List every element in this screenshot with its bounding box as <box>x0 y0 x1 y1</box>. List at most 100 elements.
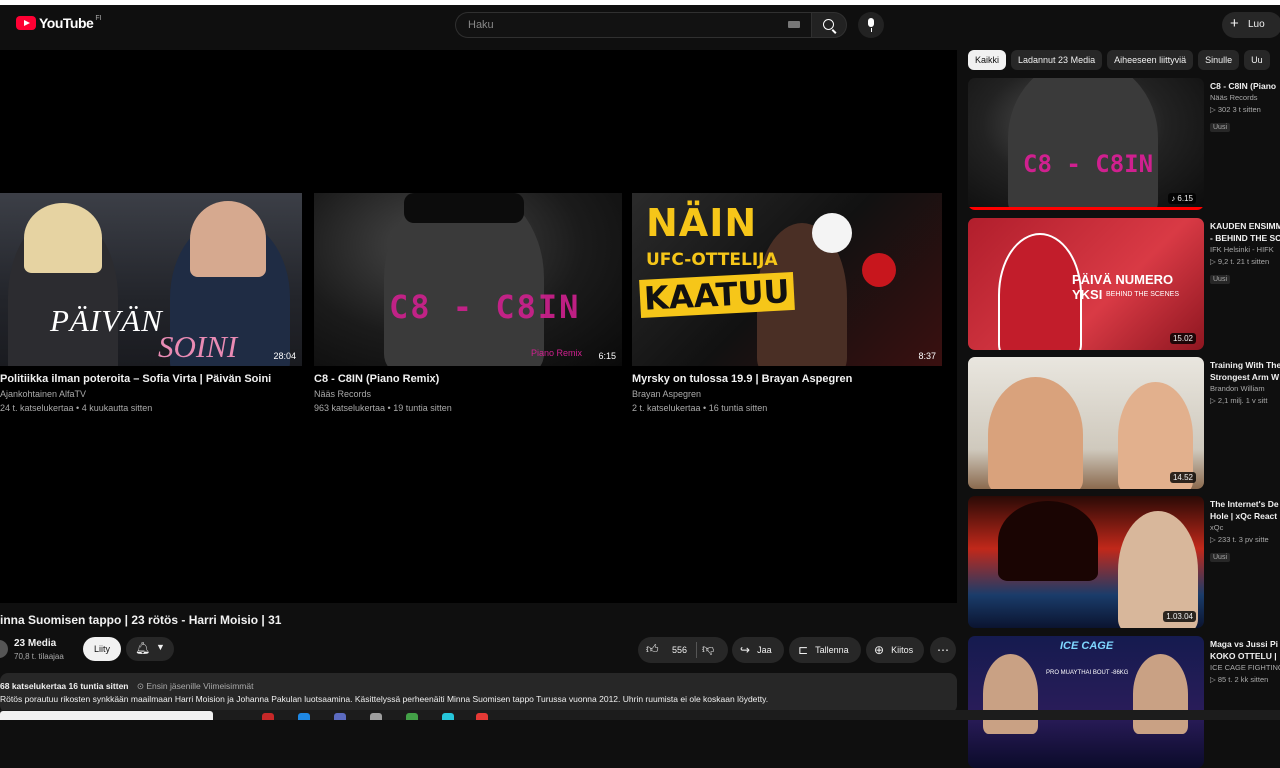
thanks-button[interactable]: ⊕ Kiitos <box>866 637 924 663</box>
hockey-player-figure <box>998 233 1082 350</box>
recommended-thumbnail[interactable]: C8 - C8IN ♪ 6.15 <box>968 78 1204 210</box>
taskbar-app-icon[interactable] <box>406 713 418 720</box>
person-figure <box>988 377 1083 489</box>
recommended-info: The Internet's De Hole | xQc React xQc ▷… <box>1210 498 1280 564</box>
os-taskbar <box>0 710 1280 720</box>
keyboard-icon[interactable] <box>788 21 800 28</box>
join-button[interactable]: Liity <box>83 637 121 661</box>
thanks-label: Kiitos <box>891 645 914 655</box>
recommended-meta: ▷ 2,1 milj. 1 v sitt <box>1210 396 1268 405</box>
save-button[interactable]: ⊏ Tallenna <box>789 637 861 663</box>
channel-avatar[interactable] <box>0 640 8 658</box>
recommended-title-line-2[interactable]: - BEHIND THE SC <box>1210 232 1280 244</box>
mic-icon <box>868 18 874 27</box>
recommended-title-line-2[interactable]: Strongest Arm W <box>1210 371 1280 383</box>
end-screen-title[interactable]: C8 - C8IN (Piano Remix) <box>314 373 622 385</box>
thumbnail-text: PRO MUAYTHAI BOUT -86KG <box>1046 670 1129 676</box>
recommended-title-line-2[interactable]: Hole | xQc React <box>1210 510 1280 522</box>
end-screen-thumbnail[interactable]: PÄIVÄN SOINI 28:04 <box>0 193 302 366</box>
thumbnail-text: Piano Remix <box>530 348 582 358</box>
chip-uploaded-by[interactable]: Ladannut 23 Media <box>1011 50 1103 70</box>
share-icon: ↪ <box>740 643 751 657</box>
chip-all[interactable]: Kaikki <box>968 50 1007 70</box>
more-icon: ⋯ <box>937 643 949 657</box>
recommended-channel: ICE CAGE FIGHTING <box>1210 663 1280 672</box>
notifications-button[interactable]: 🔔︎ ▼ <box>126 637 174 661</box>
description-tags[interactable]: ⊙ Ensin jäsenille Viimeisimmät <box>137 681 254 691</box>
duration: 1.03.04 <box>1163 611 1196 622</box>
chip-for-you[interactable]: Sinulle <box>1198 50 1240 70</box>
views-and-time: 68 katselukertaa 16 tuntia sitten <box>0 681 129 691</box>
chevron-down-icon: ▼ <box>156 642 165 652</box>
chip-new[interactable]: Uu <box>1244 50 1270 70</box>
chip-related[interactable]: Aiheeseen liittyviä <box>1107 50 1194 70</box>
taskbar-app-icon[interactable] <box>262 713 274 720</box>
recommended-meta: ▷ 85 t. 2 kk sitten <box>1210 675 1269 684</box>
taskbar-search[interactable] <box>0 711 213 720</box>
recommended-title[interactable]: Maga vs Jussi Pi <box>1210 638 1280 650</box>
channel-name[interactable]: 23 Media <box>14 638 56 649</box>
youtube-logo[interactable]: YouTube FI <box>16 15 102 31</box>
recommended-thumbnail[interactable]: 14.52 <box>968 357 1204 489</box>
like-count[interactable]: 556 <box>672 645 687 655</box>
video-title: inna Suomisen tappo | 23 rötös - Harri M… <box>0 613 282 627</box>
end-screen-title[interactable]: Politiikka ilman poteroita – Sofia Virta… <box>0 373 302 385</box>
end-screen-meta: 2 t. katselukertaa • 16 tuntia sitten <box>632 403 768 413</box>
masthead: YouTube FI + Luo <box>0 5 1280 45</box>
face-figure <box>998 501 1098 581</box>
more-actions-button[interactable]: ⋯ <box>930 637 956 663</box>
create-button[interactable]: + Luo <box>1222 12 1280 38</box>
like-dislike-group: 👍︎ 556 👎︎ <box>638 637 728 663</box>
taskbar-app-icon[interactable] <box>298 713 310 720</box>
end-screen-video[interactable]: C8 - C8IN Piano Remix 6:15 C8 - C8IN (Pi… <box>314 193 622 413</box>
duration: 28:04 <box>273 351 296 361</box>
thumbnail-text: PÄIVÄN <box>50 303 163 338</box>
recommended-title[interactable]: KAUDEN ENSIMM <box>1210 220 1280 232</box>
recommended-info: C8 - C8IN (Piano Nääs Records ▷ 302 3 t … <box>1210 80 1280 134</box>
end-screen-video[interactable]: PÄIVÄN SOINI 28:04 Politiikka ilman pote… <box>0 193 302 413</box>
search-button[interactable] <box>811 12 847 38</box>
search-input[interactable] <box>466 18 770 32</box>
end-screen-thumbnail[interactable]: NÄIN UFC-OTTELIJA KAATUU 8:37 <box>632 193 942 366</box>
new-badge: Uusi <box>1210 123 1231 132</box>
youtube-play-icon <box>16 16 36 30</box>
recommended-channel: Brandon William <box>1210 384 1265 393</box>
taskbar-app-icon[interactable] <box>442 713 454 720</box>
description-meta: 68 katselukertaa 16 tuntia sitten ⊙ Ensi… <box>0 681 253 692</box>
video-player[interactable]: PÄIVÄN SOINI 28:04 Politiikka ilman pote… <box>0 50 957 603</box>
thumbnail-text: SOINI <box>158 329 238 364</box>
recommended-title[interactable]: The Internet's De <box>1210 498 1280 510</box>
share-button[interactable]: ↪ Jaa <box>732 637 784 663</box>
recommended-channel: xQc <box>1210 523 1224 532</box>
end-screen-channel: Ajankohtainen AlfaTV <box>0 389 87 399</box>
recommended-title-line-2[interactable]: KOKO OTTELU | <box>1210 650 1280 662</box>
taskbar-app-icon[interactable] <box>476 713 488 720</box>
end-screen-title[interactable]: Myrsky on tulossa 19.9 | Brayan Aspegren <box>632 373 942 385</box>
recommended-info: KAUDEN ENSIMM - BEHIND THE SC IFK Helsin… <box>1210 220 1280 286</box>
new-badge: Uusi <box>1210 553 1231 562</box>
description-box[interactable]: 68 katselukertaa 16 tuntia sitten ⊙ Ensi… <box>0 673 957 713</box>
recommended-thumbnail[interactable]: ICE CAGE PRO MUAYTHAI BOUT -86KG <box>968 636 1204 768</box>
recommended-title[interactable]: Training With The <box>1210 359 1280 371</box>
recommended-meta: ▷ 9,2 t. 21 t sitten <box>1210 257 1270 266</box>
search-box[interactable] <box>455 12 812 38</box>
voice-search-button[interactable] <box>858 12 884 38</box>
search-icon <box>823 19 834 30</box>
taskbar-app-icon[interactable] <box>334 713 346 720</box>
dislike-icon[interactable]: 👎︎ <box>702 642 714 657</box>
sunglasses-figure <box>404 193 524 223</box>
like-icon[interactable]: 👍︎ <box>646 642 659 657</box>
recommended-title[interactable]: C8 - C8IN (Piano <box>1210 80 1280 92</box>
taskbar-app-icon[interactable] <box>370 713 382 720</box>
thumbnail-text: C8 - C8IN <box>389 288 581 326</box>
recommended-thumbnail[interactable]: PÄIVÄ NUMERO YKSI BEHIND THE SCENES 15.0… <box>968 218 1204 350</box>
duration: 6:15 <box>598 351 616 361</box>
recommended-meta: ▷ 233 t. 3 pv sitte <box>1210 535 1269 544</box>
end-screen-video[interactable]: NÄIN UFC-OTTELIJA KAATUU 8:37 Myrsky on … <box>632 193 942 413</box>
recommended-meta: ▷ 302 3 t sitten <box>1210 105 1261 114</box>
duration: ♪ 6.15 <box>1168 193 1196 204</box>
recommended-info: Maga vs Jussi Pi KOKO OTTELU | ICE CAGE … <box>1210 638 1280 686</box>
recommended-info: Training With The Strongest Arm W Brando… <box>1210 359 1280 407</box>
end-screen-thumbnail[interactable]: C8 - C8IN Piano Remix 6:15 <box>314 193 622 366</box>
recommended-thumbnail[interactable]: 1.03.04 <box>968 496 1204 628</box>
